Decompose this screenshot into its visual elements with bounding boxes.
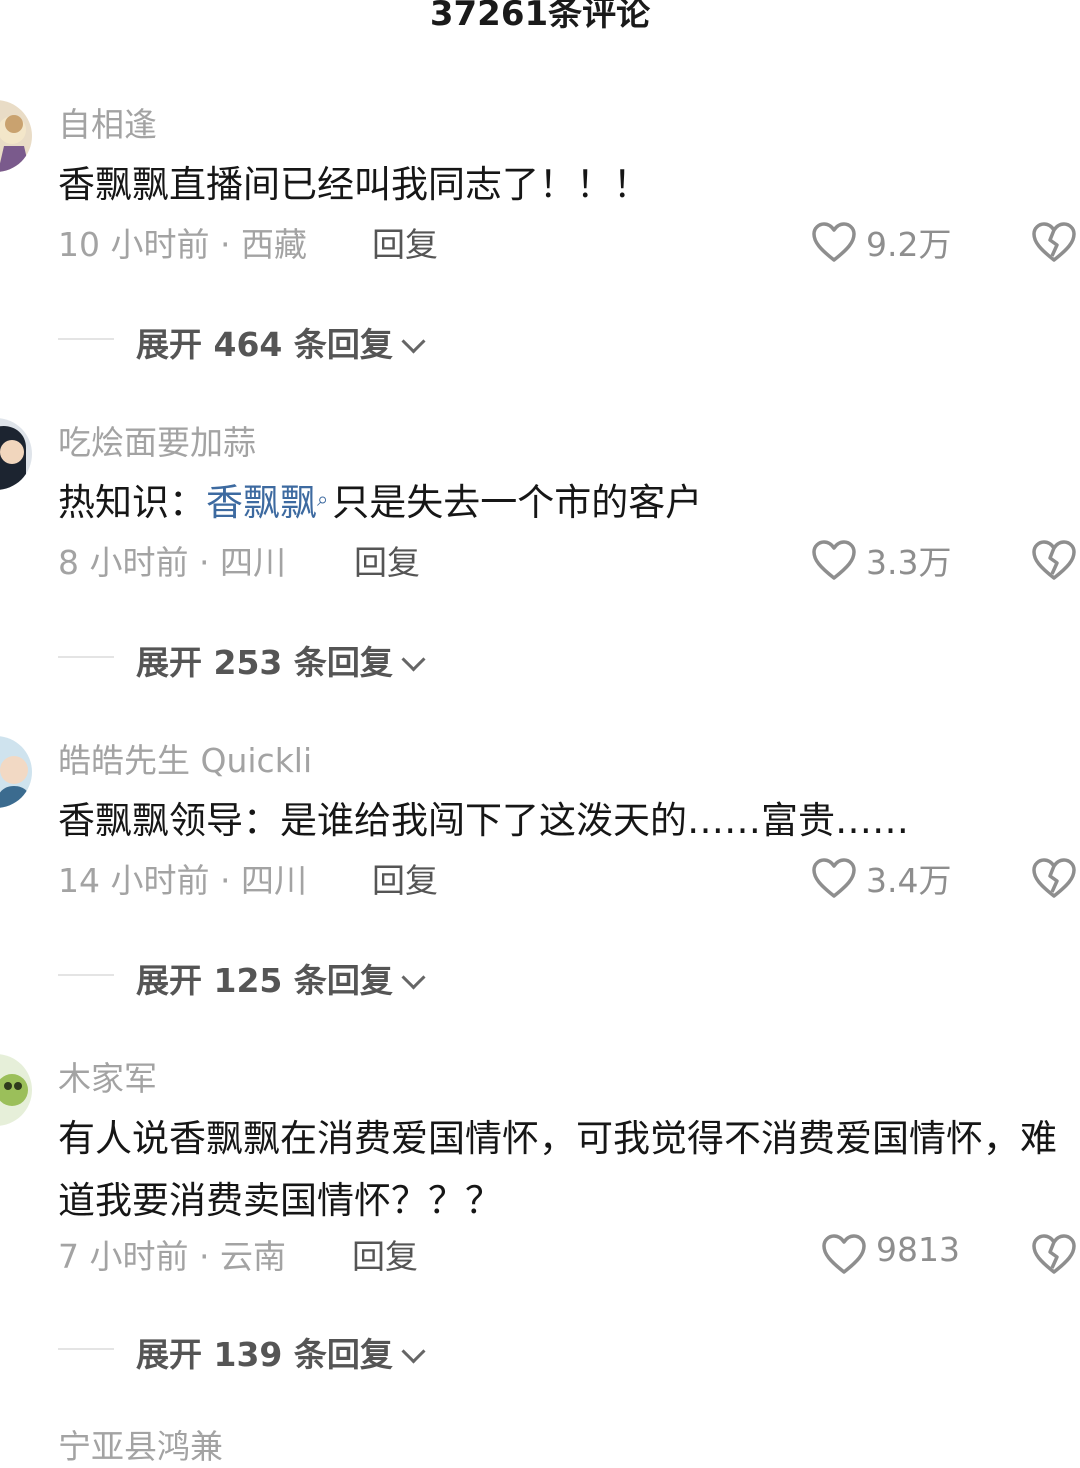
- comment-text-suffix: 只是失去一个市的客户: [332, 481, 703, 524]
- chevron-down-icon: [401, 647, 426, 672]
- comment-time-location: 14 小时前 · 四川: [58, 861, 307, 900]
- avatar[interactable]: [0, 736, 32, 808]
- like-count: 9813: [876, 1230, 960, 1269]
- avatar[interactable]: [0, 418, 32, 490]
- expand-replies-button[interactable]: 展开 253 条回复: [136, 636, 426, 684]
- comment-username[interactable]: 皓皓先生 Quickli: [58, 734, 312, 782]
- reply-button[interactable]: 回复: [354, 536, 420, 584]
- reply-button[interactable]: 回复: [372, 218, 438, 266]
- heart-outline-icon[interactable]: [810, 856, 858, 900]
- expand-divider: [58, 338, 114, 340]
- broken-heart-icon[interactable]: [1030, 856, 1078, 900]
- chevron-down-icon: [401, 965, 426, 990]
- comment-item: 自相逢 香飘飘直播间已经叫我同志了！！！ 10 小时前 · 西藏 回复 9.2万…: [0, 100, 1080, 418]
- comment-item: 皓皓先生 Quickli 香飘飘领导：是谁给我闯下了这泼天的……富贵…… 14 …: [0, 736, 1080, 1054]
- comment-username-partial[interactable]: 宁亚县鸿兼: [58, 1420, 223, 1468]
- like-count: 9.2万: [866, 225, 952, 264]
- mention-link[interactable]: 香飘飘: [206, 481, 317, 524]
- expand-replies-label: 展开 125 条回复: [136, 961, 393, 1000]
- chevron-down-icon: [401, 1339, 426, 1364]
- heart-outline-icon[interactable]: [810, 220, 858, 264]
- comment-item: 木家军 有人说香飘飘在消费爱国情怀，可我觉得不消费爱国情怀，难道我要消费卖国情怀…: [0, 1052, 1080, 1374]
- expand-replies-button[interactable]: 展开 139 条回复: [136, 1328, 426, 1376]
- expand-divider: [58, 1348, 114, 1350]
- like-count: 3.3万: [866, 543, 952, 582]
- broken-heart-icon[interactable]: [1030, 220, 1078, 264]
- expand-replies-label: 展开 253 条回复: [136, 643, 393, 682]
- comment-text: 有人说香飘飘在消费爱国情怀，可我觉得不消费爱国情怀，难道我要消费卖国情怀？？？: [58, 1117, 1057, 1222]
- like-count: 3.4万: [866, 861, 952, 900]
- heart-outline-icon[interactable]: [810, 538, 858, 582]
- expand-divider: [58, 974, 114, 976]
- expand-replies-button[interactable]: 展开 464 条回复: [136, 318, 426, 366]
- expand-replies-label: 展开 464 条回复: [136, 325, 393, 364]
- chevron-down-icon: [401, 329, 426, 354]
- comment-username[interactable]: 吃烩面要加蒜: [58, 416, 256, 464]
- comment-item: 吃烩面要加蒜 热知识：香飘飘⌕ 只是失去一个市的客户 8 小时前 · 四川 回复 …: [0, 418, 1080, 736]
- comment-time-location: 8 小时前 · 四川: [58, 543, 286, 582]
- expand-replies-label: 展开 139 条回复: [136, 1335, 393, 1374]
- avatar[interactable]: [0, 100, 32, 172]
- heart-outline-icon[interactable]: [820, 1232, 868, 1276]
- comment-time-location: 7 小时前 · 云南: [58, 1237, 286, 1276]
- comment-text: 香飘飘领导：是谁给我闯下了这泼天的……富贵……: [58, 799, 909, 842]
- comment-text-prefix: 热知识：: [58, 481, 206, 524]
- comments-header-title: 37261条评论: [429, 0, 651, 34]
- comment-text: 热知识：香飘飘⌕ 只是失去一个市的客户: [58, 472, 1068, 534]
- search-icon[interactable]: ⌕: [317, 487, 328, 511]
- reply-button[interactable]: 回复: [352, 1230, 418, 1278]
- comment-username[interactable]: 自相逢: [58, 98, 157, 146]
- comment-time-location: 10 小时前 · 西藏: [58, 225, 307, 264]
- broken-heart-icon[interactable]: [1030, 538, 1078, 582]
- comment-text: 香飘飘直播间已经叫我同志了！！！: [58, 163, 650, 206]
- reply-button[interactable]: 回复: [372, 854, 438, 902]
- expand-replies-button[interactable]: 展开 125 条回复: [136, 954, 426, 1002]
- broken-heart-icon[interactable]: [1030, 1232, 1078, 1276]
- expand-divider: [58, 656, 114, 658]
- comment-username[interactable]: 木家军: [58, 1052, 157, 1100]
- avatar[interactable]: [0, 1054, 32, 1126]
